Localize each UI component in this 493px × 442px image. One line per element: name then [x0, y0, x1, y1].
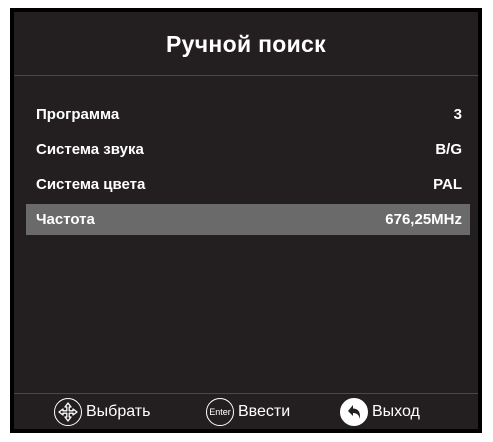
enter-button-icon: Enter	[206, 398, 234, 426]
page-title: Ручной поиск	[166, 30, 326, 57]
select-hint[interactable]: Выбрать	[54, 398, 150, 426]
setting-row-color-system[interactable]: Система цвета PAL	[26, 169, 470, 200]
back-arrow-icon	[340, 398, 368, 426]
title-divider	[14, 75, 478, 76]
setting-label: Система звука	[36, 141, 144, 158]
setting-label: Частота	[36, 211, 95, 228]
setting-row-program[interactable]: Программа 3	[26, 99, 470, 130]
enter-hint[interactable]: Enter Ввести	[206, 398, 290, 426]
setting-value: 676,25MHz	[385, 211, 462, 228]
settings-list: Программа 3 Система звука B/G Система цв…	[26, 99, 470, 239]
footer-divider	[14, 393, 478, 394]
exit-label: Выход	[372, 403, 420, 420]
setting-value: 3	[453, 106, 462, 123]
enter-label: Ввести	[238, 403, 291, 420]
footer-hints: Выбрать Enter Ввести Выход	[14, 396, 478, 429]
setting-label: Программа	[36, 106, 120, 123]
setting-value: B/G	[435, 141, 462, 158]
setting-row-frequency[interactable]: Частота 676,25MHz	[26, 204, 470, 235]
navigation-arrows-icon	[54, 398, 82, 426]
setting-value: PAL	[433, 176, 462, 193]
exit-hint[interactable]: Выход	[340, 398, 420, 426]
setting-row-sound-system[interactable]: Система звука B/G	[26, 134, 470, 165]
menu-window: Ручной поиск Программа 3 Система звука B…	[10, 8, 482, 433]
select-label: Выбрать	[86, 403, 151, 420]
manual-search-panel: Ручной поиск Программа 3 Система звука B…	[14, 12, 478, 429]
setting-label: Система цвета	[36, 176, 146, 193]
